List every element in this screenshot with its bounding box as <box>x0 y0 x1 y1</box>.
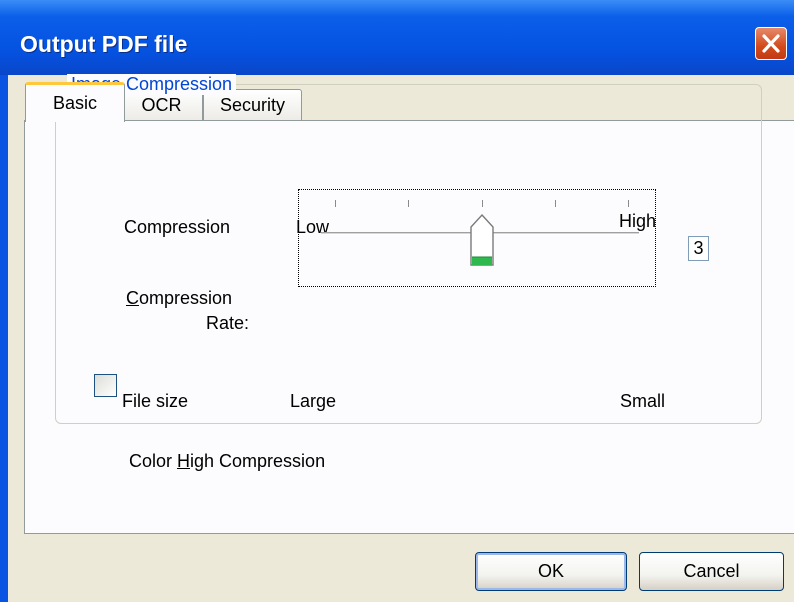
slider-tick <box>408 200 410 207</box>
checkbox-label-rest: igh Compression <box>190 451 326 471</box>
title-bar[interactable]: Output PDF file <box>0 0 794 75</box>
compression-rate-value: 3 <box>688 236 709 261</box>
tab-basic[interactable]: Basic <box>25 82 125 122</box>
slider-tick <box>335 200 336 207</box>
color-high-compression-checkbox[interactable] <box>94 374 117 397</box>
compression-rate-label: Compression <box>126 288 232 309</box>
large-label: Large <box>290 391 337 411</box>
dialog-window: Output PDF file Basic OCR Security Image… <box>0 0 794 602</box>
rate-label-rest: ompression <box>139 288 233 308</box>
file-size-label: File size <box>122 391 189 411</box>
close-button[interactable] <box>755 27 787 60</box>
compression-label: Compression <box>124 217 231 237</box>
mnemonic-c: C <box>126 288 139 308</box>
cancel-button[interactable]: Cancel <box>639 552 784 591</box>
slider-tick <box>628 200 629 207</box>
ok-button-label: OK <box>537 561 564 581</box>
slider-thumb[interactable] <box>462 213 502 278</box>
color-high-compression-label[interactable]: Color High Compression <box>129 451 325 472</box>
cancel-button-label: Cancel <box>683 561 740 581</box>
close-icon <box>762 34 780 53</box>
tab-basic-label: Basic <box>52 93 97 113</box>
mnemonic-h: H <box>177 451 191 471</box>
slider-tick <box>481 200 483 207</box>
checkbox-label-prefix: Color <box>129 451 178 471</box>
slider-tick <box>554 200 556 207</box>
ok-button[interactable]: OK <box>475 552 627 591</box>
rate-label-line2: Rate: <box>206 313 250 333</box>
dialog-title: Output PDF file <box>20 31 188 57</box>
small-label: Small <box>620 391 666 411</box>
